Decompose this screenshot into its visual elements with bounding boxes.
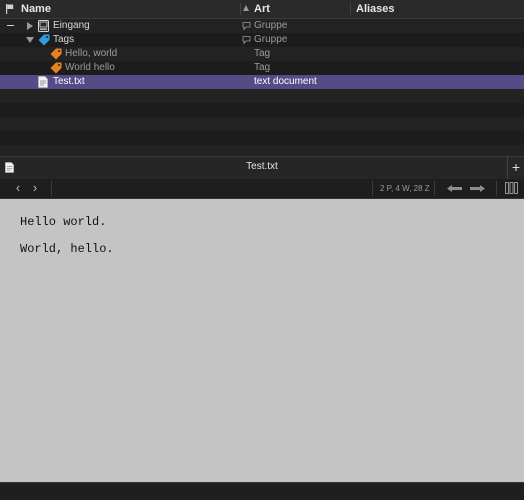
text-file-icon <box>38 76 48 88</box>
sort-ascending-icon[interactable] <box>243 5 249 11</box>
row-kind: Tag <box>254 48 271 59</box>
toolbar-divider <box>372 181 373 196</box>
empty-row <box>0 145 524 156</box>
status-bar <box>0 482 524 500</box>
column-name[interactable]: Name <box>21 3 51 15</box>
document-outline: Eingang Gruppe Tags Gruppe Hello, world … <box>0 19 524 156</box>
document-tab-bar: Test.txt + <box>0 156 524 180</box>
text-line[interactable]: World, hello. <box>20 242 114 256</box>
outline-row-eingang[interactable]: Eingang Gruppe <box>0 19 524 33</box>
row-name: Tags <box>53 34 75 45</box>
outline-row-tags[interactable]: Tags Gruppe <box>0 33 524 47</box>
word-count-stats: 2 P, 4 W, 28 Z <box>380 184 430 193</box>
empty-row <box>0 89 524 103</box>
empty-row <box>0 131 524 145</box>
inspector-icon[interactable] <box>505 182 518 194</box>
disclosure-expanded-icon[interactable] <box>26 37 34 43</box>
inbox-icon <box>38 20 49 32</box>
empty-row <box>0 103 524 117</box>
row-kind: Tag <box>254 62 271 73</box>
row-name: Test.txt <box>53 76 85 87</box>
row-name: World hello <box>65 62 115 73</box>
document-tab-title[interactable]: Test.txt <box>0 161 524 172</box>
flag-icon[interactable] <box>6 4 14 14</box>
arrow-right-icon[interactable] <box>469 184 486 193</box>
text-line[interactable]: Hello world. <box>20 215 106 229</box>
collapse-all-icon[interactable] <box>7 25 14 26</box>
column-header: Name Art Aliases <box>0 0 524 19</box>
app-window: Name Art Aliases Eingang Gruppe Tags Gru… <box>0 0 524 500</box>
row-kind: text document <box>254 76 317 87</box>
row-kind: Gruppe <box>254 20 288 31</box>
speech-bubble-icon <box>242 22 251 30</box>
add-tab-button[interactable]: + <box>507 157 524 179</box>
row-name: Eingang <box>53 20 90 31</box>
tag-icon <box>50 62 62 74</box>
outline-row-test-txt[interactable]: Test.txt text document <box>0 75 524 89</box>
speech-bubble-icon <box>242 36 251 44</box>
arrow-left-icon[interactable] <box>446 184 463 193</box>
tag-icon <box>50 48 62 60</box>
toolbar-divider <box>51 181 52 196</box>
column-divider[interactable] <box>350 3 351 15</box>
disclosure-collapsed-icon[interactable] <box>27 22 33 30</box>
column-aliases[interactable]: Aliases <box>356 3 395 15</box>
back-button[interactable]: ‹ <box>11 180 25 196</box>
column-divider[interactable] <box>240 3 241 15</box>
text-editor[interactable]: Hello world. World, hello. <box>0 199 524 482</box>
outline-row-world-hello[interactable]: World hello Tag <box>0 61 524 75</box>
row-kind: Gruppe <box>254 34 288 45</box>
empty-row <box>0 117 524 131</box>
column-art[interactable]: Art <box>254 3 270 15</box>
tag-icon <box>38 34 50 46</box>
outline-row-hello-world[interactable]: Hello, world Tag <box>0 47 524 61</box>
toolbar-divider <box>496 181 497 196</box>
editor-toolbar: ‹ › 2 P, 4 W, 28 Z <box>0 179 524 199</box>
forward-button[interactable]: › <box>28 180 42 196</box>
toolbar-divider <box>434 181 435 196</box>
row-name: Hello, world <box>65 48 118 59</box>
